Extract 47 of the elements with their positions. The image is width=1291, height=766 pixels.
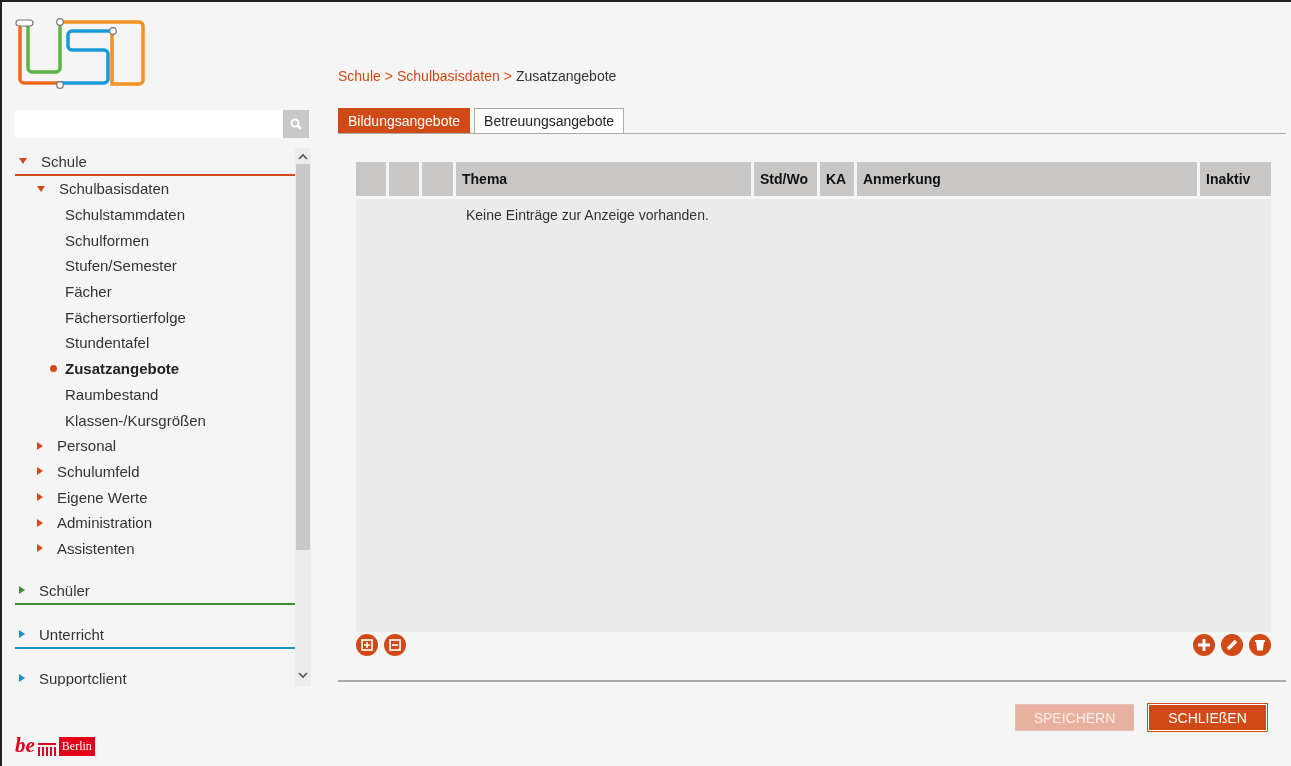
nav-section[interactable]: Schule	[15, 148, 295, 176]
scroll-up-icon[interactable]	[297, 152, 309, 162]
nav-item[interactable]: Administration	[15, 509, 295, 536]
nav-item[interactable]: Fächersortierfolge	[15, 304, 295, 331]
tab[interactable]: Bildungsangebote	[338, 108, 471, 133]
empty-message: Keine Einträge zur Anzeige vorhanden.	[466, 207, 709, 223]
nav-item[interactable]: Stufen/Semester	[15, 253, 295, 279]
column-header	[389, 162, 419, 196]
expand-all-icon[interactable]	[356, 634, 378, 656]
add-icon[interactable]	[1193, 634, 1215, 656]
breadcrumb-separator: >	[503, 68, 512, 84]
nav-item[interactable]: Schulformen	[15, 227, 295, 254]
collapse-all-icon[interactable]	[384, 634, 406, 656]
search-field[interactable]	[15, 110, 309, 138]
column-header[interactable]: Thema	[456, 162, 751, 196]
column-header[interactable]: Inaktiv	[1200, 162, 1271, 196]
column-header[interactable]: Std/Wo	[754, 162, 817, 196]
nav-item[interactable]: Raumbestand	[15, 381, 295, 408]
breadcrumb-separator: >	[384, 68, 393, 84]
nav-section[interactable]: Unterricht	[15, 621, 295, 650]
edit-icon[interactable]	[1221, 634, 1243, 656]
search-icon	[290, 118, 302, 130]
nav-item[interactable]: Personal	[15, 432, 295, 459]
delete-icon[interactable]	[1249, 634, 1271, 656]
nav-item[interactable]: Assistenten	[15, 535, 295, 562]
action-button[interactable]: SCHLIEßEN	[1148, 704, 1267, 731]
nav-section[interactable]: Supportclient	[15, 665, 295, 686]
nav-item[interactable]: Eigene Werte	[15, 484, 295, 510]
column-header[interactable]: KA	[820, 162, 854, 196]
scrollbar[interactable]	[295, 148, 311, 686]
nav-item[interactable]: Schulstammdaten	[15, 201, 295, 228]
nav-item[interactable]: Zusatzangebote	[15, 355, 295, 382]
nav-item[interactable]: Stundentafel	[15, 330, 295, 356]
tab[interactable]: Betreuungsangebote	[474, 108, 625, 133]
nav-item[interactable]: Klassen-/Kursgrößen	[15, 407, 295, 433]
berlin-logo: be Berlin	[15, 735, 314, 756]
scroll-down-icon[interactable]	[297, 670, 309, 680]
breadcrumb-current: Zusatzangebote	[515, 68, 617, 84]
nav-item[interactable]: Schulbasisdaten	[15, 176, 295, 202]
column-header	[356, 162, 386, 196]
breadcrumb-link[interactable]: Schulbasisdaten	[397, 68, 500, 84]
column-header	[422, 162, 453, 196]
nav-item[interactable]: Schulumfeld	[15, 458, 295, 485]
nav-section[interactable]: Schüler	[15, 577, 295, 606]
breadcrumb-link[interactable]: Schule	[338, 68, 381, 84]
column-header[interactable]: Anmerkung	[857, 162, 1197, 196]
nav-item[interactable]: Fächer	[15, 278, 295, 305]
